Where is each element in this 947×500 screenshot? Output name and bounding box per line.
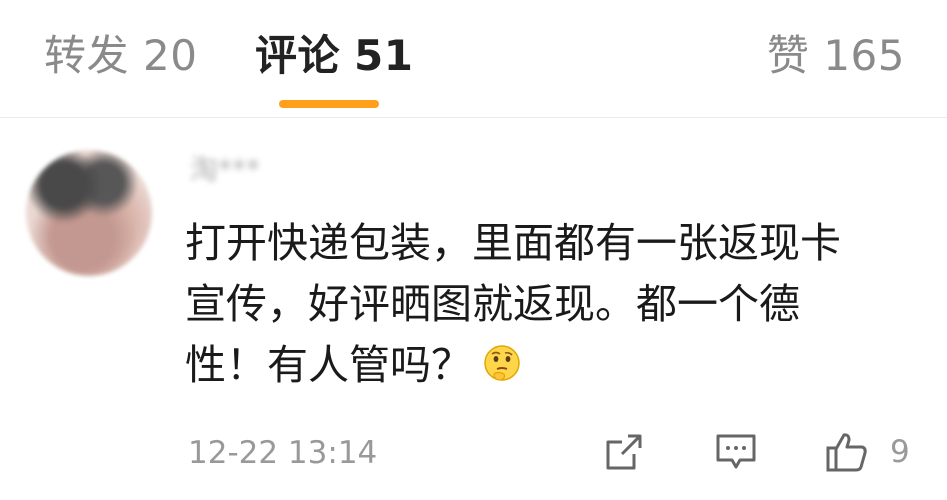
comment-line: 打开快递包装，里面都有一张返现卡 <box>185 219 841 267</box>
share-icon <box>602 430 646 474</box>
thinking-face-icon <box>482 340 522 381</box>
comment-line: 宣传，好评晒图就返现。都一个德 <box>185 280 800 328</box>
tab-comment[interactable]: 评论 51 <box>255 28 413 84</box>
tab-like-label: 赞 <box>766 31 810 80</box>
tab-repost-count: 20 <box>143 31 198 80</box>
like-button[interactable]: 9 <box>824 428 910 476</box>
comment-timestamp: 12-22 13:14 <box>188 435 378 471</box>
tab-repost-label: 转发 <box>44 31 130 80</box>
tab-bar: 转发 20 评论 51 赞 165 <box>0 0 947 118</box>
username[interactable]: 淘*** <box>190 150 260 190</box>
comment-line-text: 性！有人管吗？ <box>185 341 472 389</box>
tab-like-count: 165 <box>823 31 905 80</box>
reply-button[interactable] <box>713 428 759 476</box>
active-tab-indicator <box>279 100 379 108</box>
avatar[interactable] <box>26 150 152 276</box>
tab-like[interactable]: 赞 165 <box>767 28 905 84</box>
tab-comment-count: 51 <box>354 31 414 80</box>
thumbs-up-icon <box>824 429 870 475</box>
share-button[interactable] <box>602 428 646 476</box>
comment-bubble-icon <box>713 429 759 475</box>
like-count: 9 <box>890 434 910 470</box>
comment-line-last: 性！有人管吗？ <box>185 335 920 396</box>
comment-text: 打开快递包装，里面都有一张返现卡 宣传，好评晒图就返现。都一个德 性！有人管吗？ <box>185 213 920 396</box>
tab-comment-label: 评论 <box>255 31 341 80</box>
tab-repost[interactable]: 转发 20 <box>44 28 197 84</box>
